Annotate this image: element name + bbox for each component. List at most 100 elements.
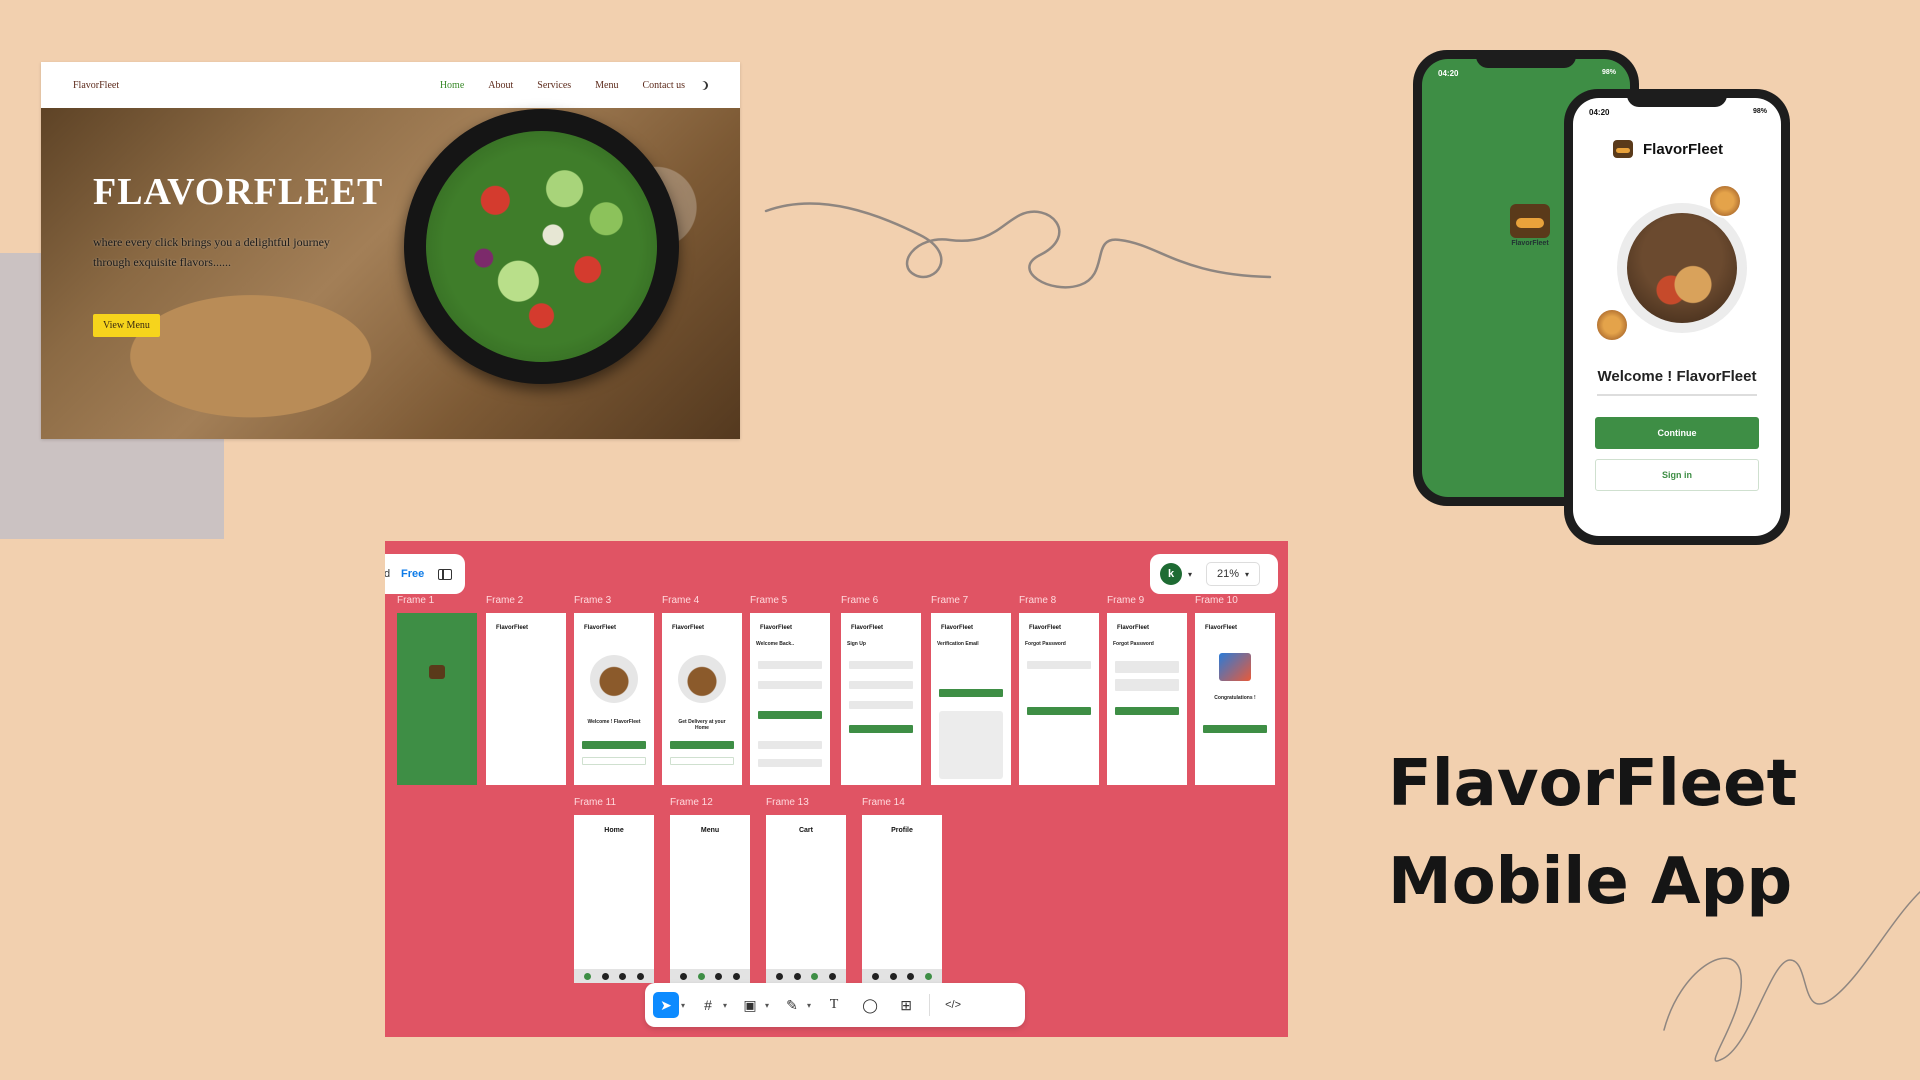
nav-link-contact[interactable]: Contact us <box>643 80 686 91</box>
frame-app-name: FlavorFleet <box>1205 625 1238 631</box>
status-time: 04:20 <box>1589 108 1610 117</box>
text-tool-icon[interactable]: T <box>821 992 847 1018</box>
frame-9-forgot-options[interactable]: FlavorFleet Forgot Password <box>1107 613 1187 785</box>
frame-app-name: FlavorFleet <box>760 625 793 631</box>
frame-label[interactable]: Frame 11 <box>574 797 616 808</box>
frame-input <box>758 681 822 689</box>
frame-14-profile[interactable]: Profile <box>862 815 942 983</box>
view-menu-button[interactable]: View Menu <box>93 314 160 337</box>
frame-label[interactable]: Frame 7 <box>931 595 968 606</box>
frame-verification: Verification Email <box>937 641 979 647</box>
image-tool-icon[interactable]: ▣ <box>737 992 763 1018</box>
frame-4-delivery[interactable]: FlavorFleet Get Delivery at your Home <box>662 613 742 785</box>
chevron-down-icon[interactable]: ▾ <box>723 1001 727 1010</box>
frame-11-home[interactable]: Home <box>574 815 654 983</box>
food-image <box>590 655 638 703</box>
frame-app-name: FlavorFleet <box>672 625 705 631</box>
chevron-down-icon[interactable]: ▾ <box>681 1001 685 1010</box>
divider <box>1597 394 1757 396</box>
frame-option <box>1115 661 1179 673</box>
website-logo[interactable]: FlavorFleet <box>73 80 416 91</box>
food-hero-image <box>1617 203 1747 333</box>
zoom-level: 21% <box>1216 568 1240 580</box>
burger-image <box>1708 184 1742 218</box>
frame-app-name: FlavorFleet <box>1117 625 1150 631</box>
frame-label[interactable]: Frame 13 <box>766 797 809 808</box>
frame-label[interactable]: Frame 8 <box>1019 595 1056 606</box>
chevron-down-icon[interactable]: ▾ <box>807 1001 811 1010</box>
frame-12-menu[interactable]: Menu <box>670 815 750 983</box>
frame-sign-up: Sign Up <box>847 641 866 647</box>
nav-link-services[interactable]: Services <box>537 80 571 91</box>
sidebar-toggle-icon[interactable] <box>438 568 453 580</box>
move-tool-icon[interactable]: ➤ <box>653 992 679 1018</box>
frame-8-forgot[interactable]: FlavorFleet Forgot Password <box>1019 613 1099 785</box>
chevron-down-icon[interactable]: ▾ <box>765 1001 769 1010</box>
frame-app-name: FlavorFleet <box>851 625 884 631</box>
nav-link-about[interactable]: About <box>488 80 513 91</box>
frame-3-welcome[interactable]: FlavorFleet Welcome ! FlavorFleet <box>574 613 654 785</box>
frame-delivery-text: Get Delivery at your Home <box>678 719 726 731</box>
frame-google-bar <box>758 741 822 749</box>
figma-canvas[interactable]: d Free k ▾ 21% ▾ Frame 1 Frame 2 Frame 3… <box>385 541 1288 1037</box>
party-icon <box>1219 653 1251 681</box>
frame-continue-bar <box>670 741 734 749</box>
frame-input <box>758 661 822 669</box>
components-tool-icon[interactable]: ⊞ <box>893 992 919 1018</box>
figma-topbar-right: k ▾ 21% ▾ <box>1150 554 1278 594</box>
nav-link-home[interactable]: Home <box>440 80 464 91</box>
nav-link-menu[interactable]: Menu <box>595 80 618 91</box>
frame-forgot: Forgot Password <box>1113 641 1154 647</box>
hero-image: FLAVORFLEET where every click brings you… <box>41 108 740 439</box>
dev-mode-icon[interactable]: </> <box>940 992 966 1018</box>
frame-verify-bar <box>939 689 1003 697</box>
plan-badge[interactable]: Free <box>401 568 424 580</box>
splash-brand-name: FlavorFleet <box>1511 240 1549 247</box>
chevron-down-icon[interactable]: ▾ <box>1188 570 1192 579</box>
frame-label[interactable]: Frame 5 <box>750 595 787 606</box>
frame-label[interactable]: Frame 10 <box>1195 595 1238 606</box>
frame-input <box>1027 661 1091 669</box>
frame-title: Menu <box>700 827 720 834</box>
figma-toolbar: ➤ ▾ # ▾ ▣ ▾ ✎ ▾ T ◯ ⊞ </> <box>645 983 1025 1027</box>
frame-app-name: FlavorFleet <box>1029 625 1062 631</box>
frame-bottom-nav <box>766 969 846 983</box>
frame-6-signup[interactable]: FlavorFleet Sign Up <box>841 613 921 785</box>
frame-2[interactable]: FlavorFleet <box>486 613 566 785</box>
comment-tool-icon[interactable]: ◯ <box>857 992 883 1018</box>
frame-10-congrats[interactable]: FlavorFleet Congratulations ! <box>1195 613 1275 785</box>
frame-label[interactable]: Frame 12 <box>670 797 713 808</box>
frame-app-name: FlavorFleet <box>941 625 974 631</box>
frame-register-bar <box>849 725 913 733</box>
frame-tool-icon[interactable]: # <box>695 992 721 1018</box>
frame-label[interactable]: Frame 14 <box>862 797 905 808</box>
status-time: 04:20 <box>1438 69 1459 78</box>
frame-label[interactable]: Frame 1 <box>397 595 434 606</box>
pen-tool-icon[interactable]: ✎ <box>779 992 805 1018</box>
frame-label[interactable]: Frame 4 <box>662 595 699 606</box>
dark-mode-icon[interactable] <box>699 81 708 90</box>
frame-facebook-bar <box>758 759 822 767</box>
phone-notch <box>1476 50 1576 68</box>
frame-signin-bar <box>758 711 822 719</box>
frame-next-bar <box>1027 707 1091 715</box>
avatar[interactable]: k <box>1160 563 1182 585</box>
phone-notch <box>1627 89 1727 107</box>
zoom-dropdown[interactable]: 21% ▾ <box>1206 562 1261 586</box>
burger-logo-icon <box>1510 204 1550 238</box>
frame-13-cart[interactable]: Cart <box>766 815 846 983</box>
continue-button[interactable]: Continue <box>1595 417 1759 449</box>
website-navbar: FlavorFleet Home About Services Menu Con… <box>41 62 740 108</box>
frame-label[interactable]: Frame 2 <box>486 595 523 606</box>
sign-in-button[interactable]: Sign in <box>1595 459 1759 491</box>
frame-input <box>849 681 913 689</box>
frame-label[interactable]: Frame 6 <box>841 595 878 606</box>
app-title: FlavorFleet <box>1643 140 1724 158</box>
frame-congrats: Congratulations ! <box>1214 695 1256 701</box>
frame-7-verification[interactable]: FlavorFleet Verification Email <box>931 613 1011 785</box>
frame-5-login[interactable]: FlavorFleet Welcome Back.. <box>750 613 830 785</box>
frame-1-splash[interactable] <box>397 613 477 785</box>
cropped-filename: d <box>385 568 391 580</box>
frame-label[interactable]: Frame 9 <box>1107 595 1144 606</box>
frame-label[interactable]: Frame 3 <box>574 595 611 606</box>
